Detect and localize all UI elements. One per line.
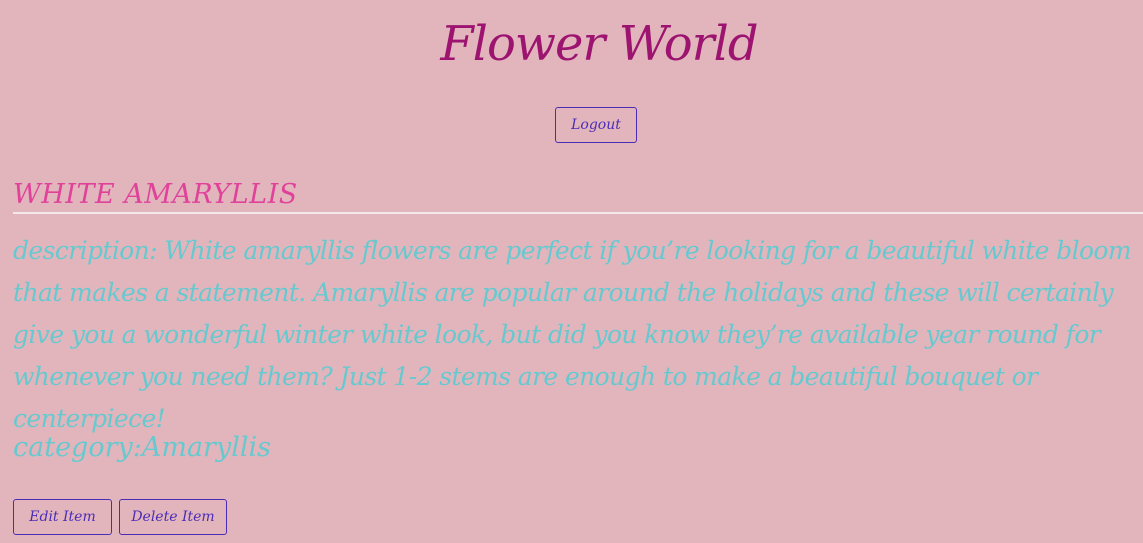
edit-item-button[interactable]: Edit Item [13, 499, 112, 535]
item-description: description: White amaryllis flowers are… [13, 236, 1132, 433]
logout-button[interactable]: Logout [555, 107, 637, 143]
site-title: Flower World [440, 16, 758, 72]
item-category: category:Amaryllis [13, 432, 271, 463]
item-name-heading: WHITE AMARYLLIS [13, 179, 298, 210]
delete-item-button[interactable]: Delete Item [119, 499, 227, 535]
divider [13, 212, 1143, 214]
